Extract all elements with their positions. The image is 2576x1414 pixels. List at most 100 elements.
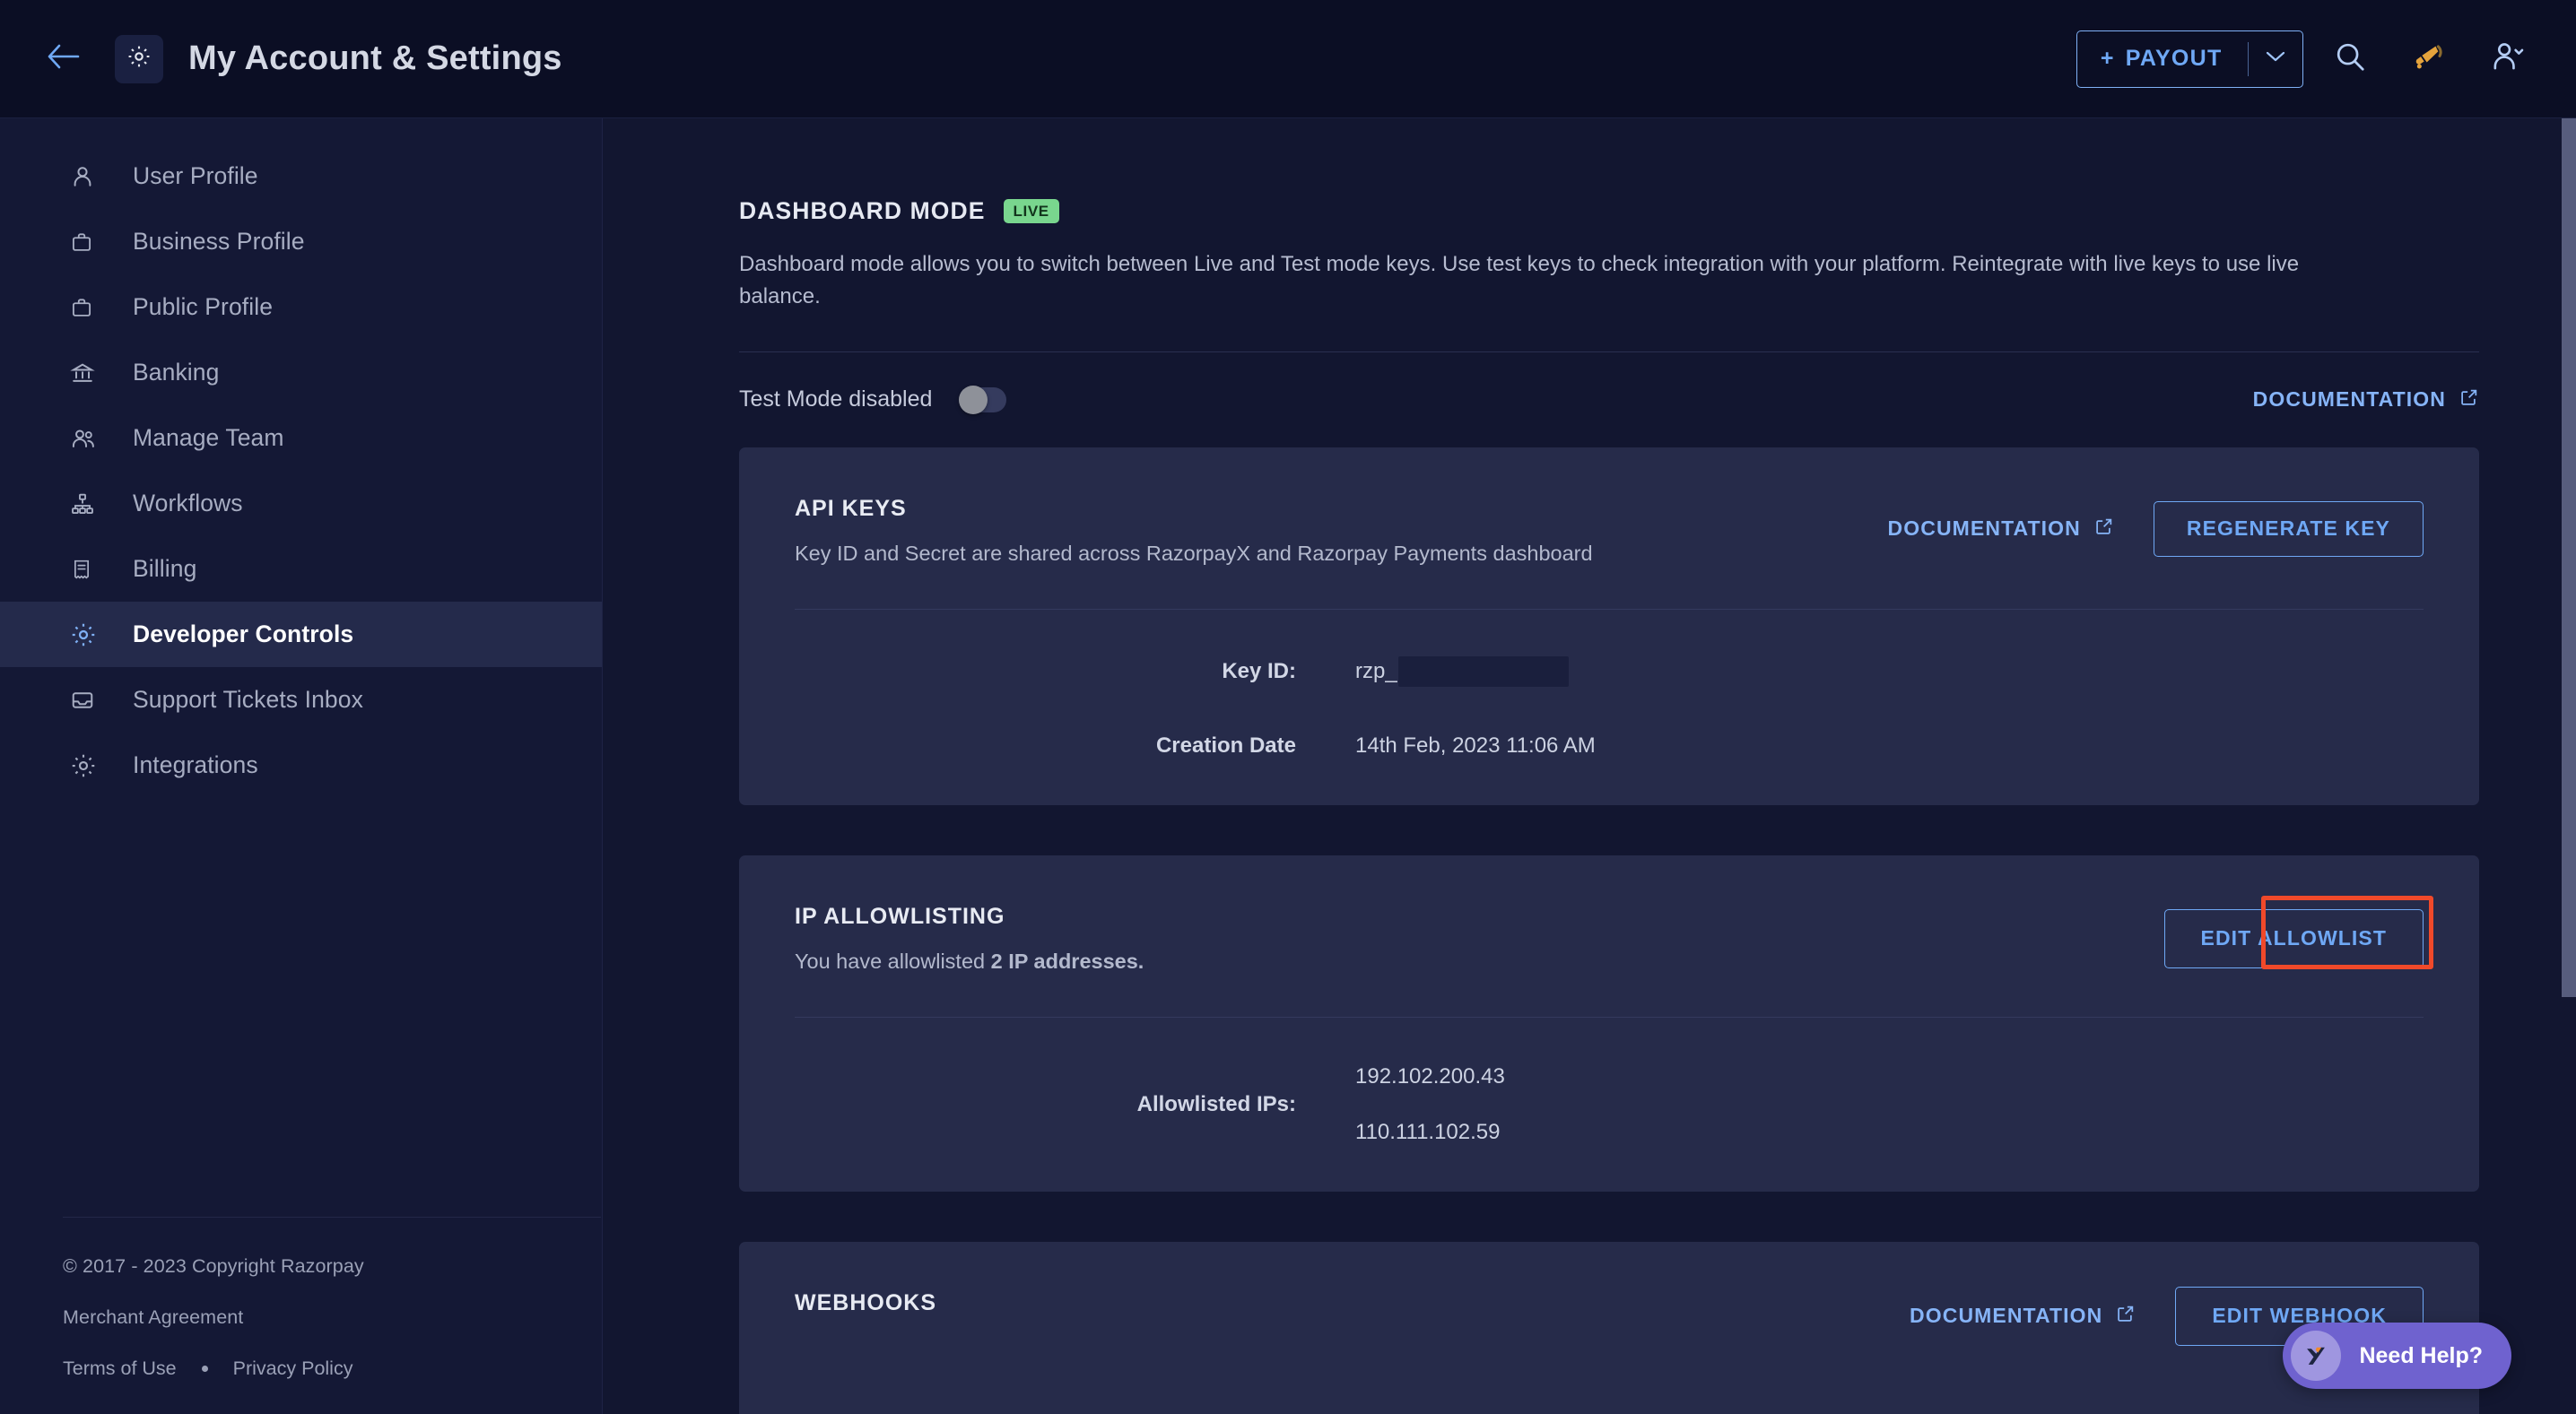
- sidebar-item-integrations[interactable]: Integrations: [0, 733, 602, 798]
- need-help-label: Need Help?: [2359, 1342, 2483, 1368]
- body-wrapper: User Profile Business Profile Public Pro…: [0, 118, 2576, 1414]
- search-button[interactable]: [2318, 27, 2382, 91]
- bank-icon: [70, 360, 104, 386]
- search-icon: [2333, 39, 2367, 78]
- ip-allowlisting-card: IP ALLOWLISTING You have allowlisted 2 I…: [739, 854, 2479, 1192]
- webhooks-card: WEBHOOKS DOCUMENTATION EDIT WEBHOOK: [739, 1241, 2479, 1414]
- receipt-icon: [70, 557, 104, 582]
- back-button[interactable]: [39, 36, 86, 82]
- toggle-knob: [959, 385, 988, 414]
- scrollbar-thumb[interactable]: [2562, 118, 2576, 997]
- briefcase-icon: [70, 230, 104, 255]
- ip-subtitle-prefix: You have allowlisted: [795, 949, 991, 973]
- sidebar-item-banking[interactable]: Banking: [0, 340, 602, 405]
- sidebar-item-developer-controls[interactable]: Developer Controls: [0, 602, 602, 667]
- status-badge: LIVE: [1003, 199, 1059, 223]
- dot-separator-icon: [201, 1366, 208, 1372]
- top-bar: My Account & Settings + PAYOUT: [0, 0, 2576, 118]
- need-help-button[interactable]: Need Help?: [2283, 1323, 2511, 1389]
- key-id-label: Key ID:: [1222, 658, 1296, 683]
- main-scrollbar[interactable]: [2562, 118, 2576, 1414]
- redacted-key-block: [1397, 655, 1569, 687]
- api-keys-card: API KEYS Key ID and Secret are shared ac…: [739, 447, 2479, 805]
- privacy-policy-link[interactable]: Privacy Policy: [233, 1358, 353, 1380]
- sidebar-item-public-profile[interactable]: Public Profile: [0, 274, 602, 340]
- api-keys-title: API KEYS: [795, 495, 907, 521]
- payout-dropdown-button[interactable]: [2249, 31, 2302, 87]
- ip-allowlisting-actions: EDIT ALLOWLIST: [2163, 900, 2424, 968]
- arrow-left-icon: [46, 43, 80, 74]
- dashboard-mode-documentation-link[interactable]: DOCUMENTATION: [2253, 387, 2479, 412]
- footer-links: Terms of Use Privacy Policy: [63, 1358, 603, 1380]
- gear-icon: [126, 44, 152, 74]
- test-mode-label: Test Mode disabled: [739, 386, 933, 412]
- copyright-text: © 2017 - 2023 Copyright Razorpay: [63, 1255, 364, 1277]
- user-chevron-icon: [2490, 39, 2526, 78]
- sidebar-item-label: Public Profile: [133, 293, 274, 320]
- key-id-value: rzp_: [1355, 658, 1397, 683]
- ip-allowlisting-header: IP ALLOWLISTING You have allowlisted 2 I…: [795, 900, 2424, 974]
- sidebar-item-billing[interactable]: Billing: [0, 536, 602, 602]
- edit-allowlist-button[interactable]: EDIT ALLOWLIST: [2163, 908, 2424, 968]
- dashboard-mode-title: DASHBOARD MODE: [739, 197, 986, 224]
- webhooks-documentation-link[interactable]: DOCUMENTATION: [1910, 1304, 2136, 1329]
- sidebar-nav: User Profile Business Profile Public Pro…: [0, 118, 602, 798]
- api-keys-header: API KEYS Key ID and Secret are shared ac…: [795, 492, 2424, 566]
- sidebar-item-business-profile[interactable]: Business Profile: [0, 209, 602, 274]
- gear-icon: [70, 621, 104, 648]
- razorpayx-logo-icon: [2291, 1331, 2342, 1381]
- sidebar-item-label: Workflows: [133, 490, 243, 516]
- api-keys-actions: DOCUMENTATION REGENERATE KEY: [1888, 492, 2424, 557]
- dashboard-mode-description: Dashboard mode allows you to switch betw…: [739, 252, 2300, 309]
- sidebar-item-user-profile[interactable]: User Profile: [0, 143, 602, 209]
- dashboard-mode-header: DASHBOARD MODE LIVE: [739, 118, 2479, 225]
- sidebar-item-label: Developer Controls: [133, 620, 354, 647]
- sidebar-item-label: Integrations: [133, 751, 258, 778]
- announcements-button[interactable]: [2397, 27, 2461, 91]
- external-link-icon: [2459, 387, 2479, 412]
- regenerate-key-button[interactable]: REGENERATE KEY: [2153, 500, 2424, 557]
- settings-gear-badge: [115, 34, 163, 83]
- ip-allowlisting-title: IP ALLOWLISTING: [795, 903, 1005, 929]
- megaphone-icon: [2411, 39, 2447, 79]
- plus-icon: +: [2100, 46, 2115, 71]
- topbar-actions: + PAYOUT: [2076, 27, 2540, 91]
- inbox-icon: [70, 688, 104, 713]
- allowlisted-ips-label: Allowlisted IPs:: [1136, 1091, 1296, 1116]
- creation-date-label: Creation Date: [1155, 733, 1296, 758]
- account-menu-button[interactable]: [2476, 27, 2540, 91]
- page-title: My Account & Settings: [188, 39, 562, 77]
- allowlisted-ip: 192.102.200.43: [1355, 1063, 1505, 1089]
- sidebar-item-label: Banking: [133, 359, 220, 386]
- allowlisted-ips-row: Allowlisted IPs: 192.102.200.43 110.111.…: [795, 1064, 2424, 1145]
- ip-allowlisting-divider: [795, 1016, 2424, 1018]
- terms-of-use-link[interactable]: Terms of Use: [63, 1358, 177, 1380]
- creation-date-row: Creation Date 14th Feb, 2023 11:06 AM: [795, 733, 2424, 759]
- gear-icon: [70, 752, 104, 779]
- ip-allowlisting-subtitle: You have allowlisted 2 IP addresses.: [795, 950, 1144, 974]
- external-link-icon: [2094, 516, 2114, 542]
- creation-date-value: 14th Feb, 2023 11:06 AM: [1355, 733, 1596, 758]
- sidebar-item-label: User Profile: [133, 162, 258, 189]
- api-keys-subtitle: Key ID and Secret are shared across Razo…: [795, 541, 1593, 565]
- webhooks-header-text: WEBHOOKS: [795, 1287, 936, 1316]
- webhooks-header: WEBHOOKS DOCUMENTATION EDIT WEBHOOK: [795, 1286, 2424, 1346]
- sidebar-footer: © 2017 - 2023 Copyright Razorpay Merchan…: [0, 1217, 603, 1414]
- payout-button[interactable]: + PAYOUT: [2076, 30, 2303, 88]
- main-content: DASHBOARD MODE LIVE Dashboard mode allow…: [603, 118, 2576, 1414]
- sidebar: User Profile Business Profile Public Pro…: [0, 118, 603, 1414]
- merchant-agreement-link[interactable]: Merchant Agreement: [63, 1306, 603, 1329]
- sidebar-item-label: Support Tickets Inbox: [133, 686, 363, 713]
- sidebar-item-label: Manage Team: [133, 424, 284, 451]
- api-keys-divider: [795, 608, 2424, 610]
- sidebar-item-support-tickets-inbox[interactable]: Support Tickets Inbox: [0, 667, 602, 733]
- chevron-down-icon: [2266, 50, 2285, 67]
- sidebar-item-workflows[interactable]: Workflows: [0, 471, 602, 536]
- test-mode-toggle[interactable]: [959, 385, 1007, 414]
- payout-label-text: PAYOUT: [2125, 46, 2223, 71]
- sidebar-item-label: Business Profile: [133, 228, 305, 255]
- allowlisted-ip: 110.111.102.59: [1355, 1119, 1501, 1144]
- documentation-label: DOCUMENTATION: [1910, 1304, 2103, 1328]
- api-keys-documentation-link[interactable]: DOCUMENTATION: [1888, 516, 2114, 542]
- sidebar-item-manage-team[interactable]: Manage Team: [0, 405, 602, 471]
